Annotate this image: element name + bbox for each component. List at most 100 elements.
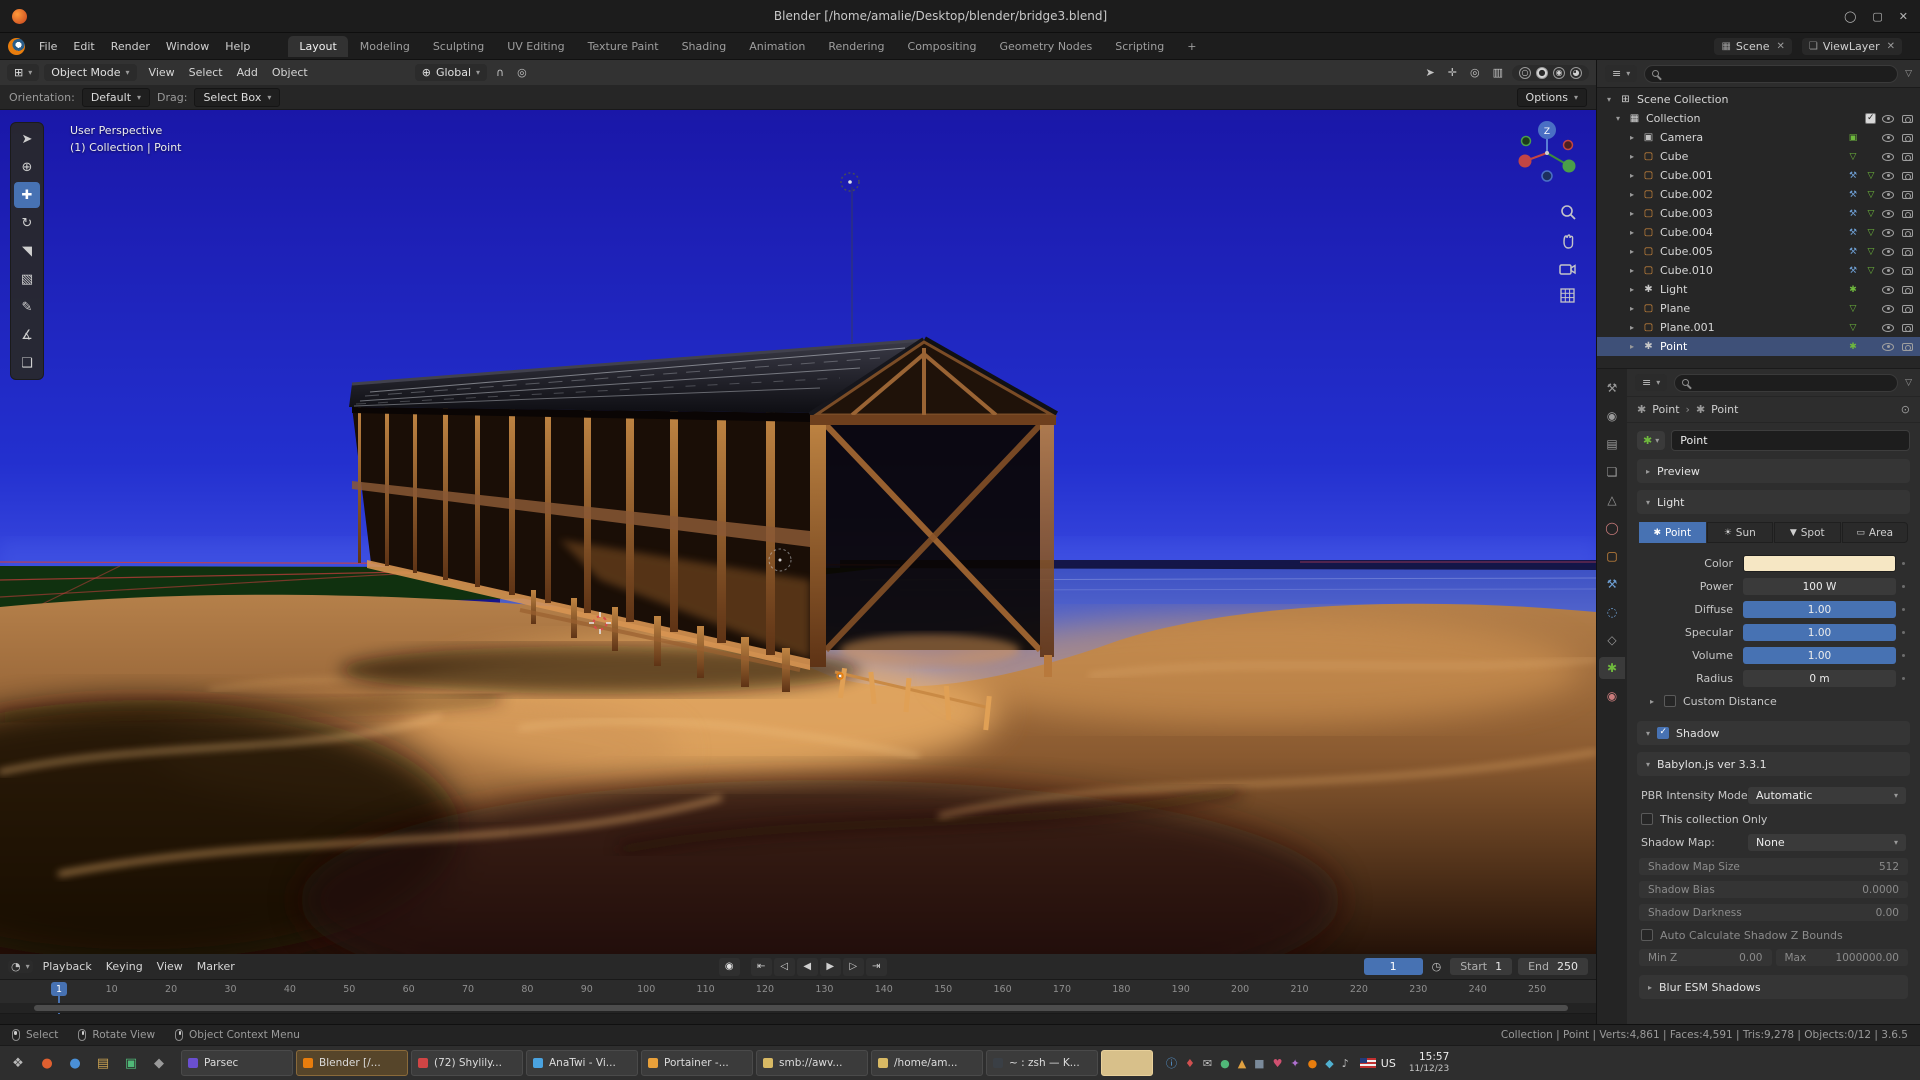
expand-icon[interactable] [1627, 304, 1637, 313]
outliner-object-row[interactable]: ✱ Light ✱ [1597, 280, 1920, 299]
tray-icon[interactable]: ⓘ [1166, 1055, 1177, 1071]
jump-to-start-button[interactable]: ⇤ [751, 958, 772, 976]
tab-physics[interactable]: ◌ [1599, 601, 1625, 623]
frame-tick-label[interactable]: 80 [498, 984, 557, 995]
tool-transform[interactable]: ▧ [14, 266, 40, 292]
taskbar-window-button[interactable]: Portainer -... [641, 1050, 753, 1076]
tray-icon[interactable]: ✉ [1203, 1057, 1212, 1070]
workspace-tab[interactable]: Modeling [349, 36, 421, 57]
custom-distance-checkbox[interactable] [1664, 695, 1676, 707]
light-type-button[interactable]: ✱Point [1639, 522, 1706, 543]
frame-tick-label[interactable]: 190 [1151, 984, 1210, 995]
light-type-button[interactable]: ☀Sun [1707, 522, 1774, 543]
frame-tick-label[interactable]: 170 [1032, 984, 1091, 995]
timeline-menu[interactable]: Marker [190, 957, 242, 976]
shadow-panel-header[interactable]: Shadow [1637, 721, 1910, 745]
hide-in-viewport-icon[interactable] [1882, 286, 1894, 294]
tab-object[interactable]: ▢ [1599, 545, 1625, 567]
disable-in-renders-icon[interactable] [1902, 191, 1913, 199]
launcher-1[interactable]: ● [34, 1050, 60, 1076]
frame-tick-label[interactable]: 140 [854, 984, 913, 995]
tool-add-cube[interactable]: ❑ [14, 350, 40, 376]
frame-tick-label[interactable]: 160 [973, 984, 1032, 995]
frame-tick-label[interactable]: 210 [1270, 984, 1329, 995]
light-panel-header[interactable]: Light [1637, 490, 1910, 514]
tab-tool[interactable]: ⚒ [1599, 377, 1625, 399]
light-datablock-selector[interactable]: ✱ [1637, 431, 1665, 450]
timeline-ruler[interactable]: 1020304050607080901001101201301401501601… [0, 980, 1596, 1014]
frame-tick-label[interactable]: 200 [1210, 984, 1269, 995]
mode-selector[interactable]: Object Mode [44, 64, 136, 81]
editor-type-selector[interactable]: ⊞ [7, 64, 39, 81]
disable-in-renders-icon[interactable] [1902, 229, 1913, 237]
tool-move[interactable]: ✚ [14, 182, 40, 208]
timeline-editor-type-selector[interactable]: ◔ [8, 960, 33, 973]
expand-icon[interactable] [1627, 133, 1637, 142]
zoom-icon[interactable] [1560, 204, 1576, 220]
tool-select-box[interactable]: ➤ [14, 126, 40, 152]
outliner-collection-row[interactable]: ▦ Collection [1597, 109, 1920, 128]
material-preview[interactable]: ◉ [1553, 67, 1565, 79]
tray-icon[interactable]: ● [1220, 1057, 1230, 1070]
flashing-window-button[interactable] [1101, 1050, 1153, 1076]
play-reverse-button[interactable]: ◀ [797, 958, 818, 976]
tool-scale[interactable]: ◥ [14, 238, 40, 264]
current-frame-field[interactable]: 1 [1364, 958, 1423, 975]
shadow-map-dropdown[interactable]: None [1748, 834, 1906, 851]
window-maximize-button[interactable]: ▢ [1872, 10, 1882, 23]
disable-in-renders-icon[interactable] [1902, 153, 1913, 161]
workspace-tab[interactable]: + [1176, 36, 1207, 57]
workspace-tab[interactable]: Texture Paint [577, 36, 670, 57]
taskbar-window-button[interactable]: ~ : zsh — K... [986, 1050, 1098, 1076]
blender-logo-icon[interactable] [8, 38, 25, 55]
disable-in-renders-icon[interactable] [1902, 134, 1913, 142]
outliner-root-row[interactable]: ⊞ Scene Collection [1597, 90, 1920, 109]
wireframe[interactable]: ○ [1519, 67, 1531, 79]
outliner-object-row[interactable]: ▢ Plane ▽ [1597, 299, 1920, 318]
prev-keyframe-button[interactable]: ◁ [774, 958, 795, 976]
outliner-object-row[interactable]: ▣ Camera ▣ [1597, 128, 1920, 147]
clock[interactable]: 15:57 11/12/23 [1409, 1051, 1449, 1074]
tab-render[interactable]: ◉ [1599, 405, 1625, 427]
taskbar-window-button[interactable]: (72) Shylily... [411, 1050, 523, 1076]
viewport-menu[interactable]: Select [182, 63, 230, 82]
power-field[interactable]: 100 W [1743, 578, 1896, 595]
outliner-search-input[interactable] [1644, 65, 1898, 83]
expand-icon[interactable] [1627, 190, 1637, 199]
disable-in-renders-icon[interactable] [1902, 305, 1913, 313]
workspace-tab[interactable]: Shading [671, 36, 738, 57]
frame-tick-label[interactable]: 110 [676, 984, 735, 995]
topbar-menu[interactable]: Edit [65, 37, 102, 56]
tool-annotate[interactable]: ✎ [14, 294, 40, 320]
tray-icon[interactable]: ■ [1254, 1057, 1264, 1070]
expand-icon[interactable] [1627, 285, 1637, 294]
properties-search-input[interactable] [1674, 374, 1898, 392]
value-slider[interactable]: 1.00 [1743, 601, 1896, 618]
expand-icon[interactable] [1627, 152, 1637, 161]
tab-output[interactable]: ▤ [1599, 433, 1625, 455]
topbar-menu[interactable]: File [31, 37, 65, 56]
expand-icon[interactable] [1627, 171, 1637, 180]
taskbar-window-button[interactable]: AnaTwi - Vi... [526, 1050, 638, 1076]
launcher-5[interactable]: ◆ [146, 1050, 172, 1076]
viewport-canvas[interactable] [0, 110, 1596, 954]
hide-in-viewport-icon[interactable] [1882, 210, 1894, 218]
outliner-object-row[interactable]: ✱ Point ✱ [1597, 337, 1920, 356]
expand-icon[interactable] [1627, 342, 1637, 351]
expand-icon[interactable] [1627, 247, 1637, 256]
tray-icon[interactable]: ✦ [1290, 1057, 1299, 1070]
outliner-object-row[interactable]: ▢ Cube.003 ⚒ ▽ [1597, 204, 1920, 223]
transform-orientation-selector[interactable]: ⊕ Global [415, 64, 487, 81]
timeline-menu[interactable]: View [150, 957, 190, 976]
outliner-object-row[interactable]: ▢ Cube.004 ⚒ ▽ [1597, 223, 1920, 242]
proportional-editing-icon[interactable]: ◎ [513, 66, 531, 79]
outliner-object-row[interactable]: ▢ Cube.002 ⚒ ▽ [1597, 185, 1920, 204]
tray-icon[interactable]: ◆ [1325, 1057, 1333, 1070]
show-gizmos-icon[interactable]: ✛ [1444, 66, 1461, 79]
radius-field[interactable]: 0 m [1743, 670, 1896, 687]
blur-esm-shadows-header[interactable]: Blur ESM Shadows [1639, 975, 1908, 999]
hide-in-viewport-icon[interactable] [1882, 172, 1894, 180]
disable-in-renders-icon[interactable] [1902, 267, 1913, 275]
taskbar-window-button[interactable]: /home/am... [871, 1050, 983, 1076]
outliner-object-row[interactable]: ▢ Plane.001 ▽ [1597, 318, 1920, 337]
